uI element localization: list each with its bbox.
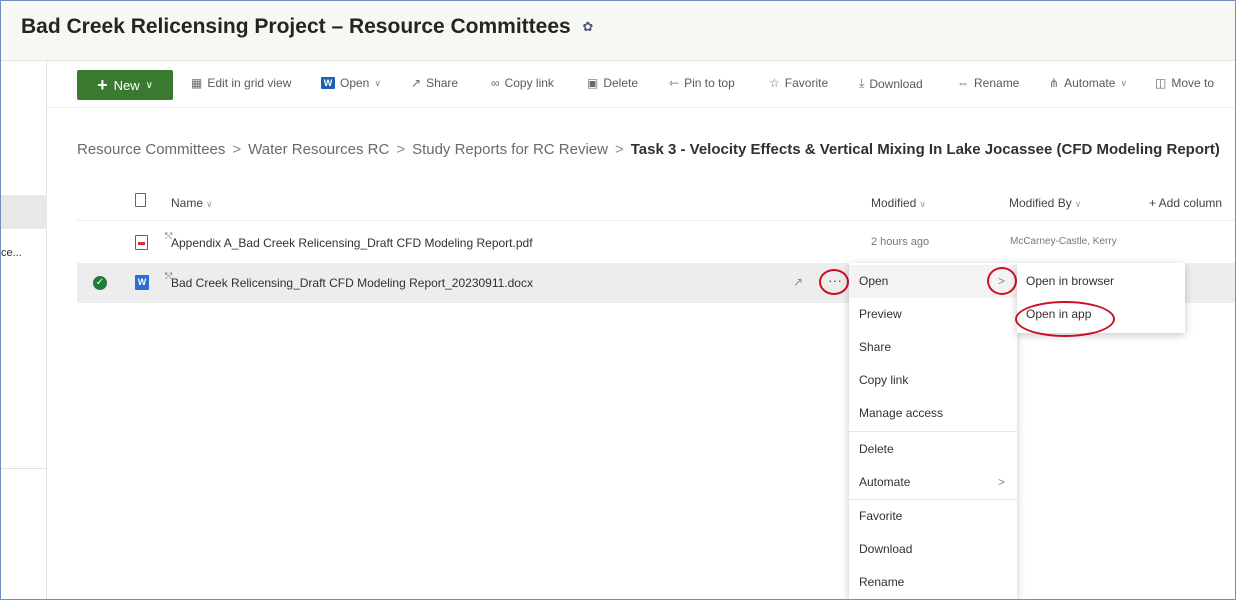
menu-item-download[interactable]: Download [849,533,1017,566]
left-navigation: ce... [1,61,47,599]
rename-button[interactable]: ⇔ Rename [957,76,1019,90]
menu-item-favorite[interactable]: Favorite [849,500,1017,533]
menu-item-open-in-app[interactable]: Open in app [1017,298,1185,331]
menu-item-share[interactable]: Share [849,331,1017,364]
menu-divider [849,431,1017,432]
chevron-right-icon: > [997,274,1005,288]
copy-link-label: Copy link [504,76,554,90]
column-name-label: Name [171,196,204,210]
nav-selected-item[interactable] [1,195,47,229]
menu-item-manage-access[interactable]: Manage access [849,397,1017,430]
rename-icon: ⇔ [957,76,969,90]
word-icon: W [321,77,335,89]
menu-item-rename[interactable]: Rename [849,566,1017,599]
rename-label: Rename [974,76,1020,90]
column-modified-header[interactable]: Modified ∨ [871,196,926,210]
grid-icon: ▦ [191,76,203,90]
chevron-down-icon: ∨ [374,77,381,88]
edit-grid-button[interactable]: ▦ Edit in grid view [191,76,291,90]
link-icon: ∞ [491,76,500,90]
column-modified-by-header[interactable]: Modified By ∨ [1009,196,1081,210]
new-button[interactable]: + New ∨ [77,70,173,100]
app-window: Bad Creek Relicensing Project – Resource… [0,0,1236,600]
download-button[interactable]: ⤓ Download [859,76,923,91]
favorite-label: Favorite [784,76,829,90]
teams-icon[interactable]: ✿ [583,19,594,35]
automate-button[interactable]: ⋔ Automate ∨ [1049,76,1127,90]
add-column-button[interactable]: + Add column [1149,196,1222,210]
pin-label: Pin to top [684,76,735,90]
nav-divider [1,468,47,469]
open-submenu: Open in browser Open in app [1017,263,1185,333]
chevron-down-icon: ∨ [919,199,926,209]
menu-item-open-label: Open [859,274,889,288]
file-modified: 2 hours ago [871,236,930,248]
breadcrumb-item-study-reports[interactable]: Study Reports for RC Review [412,141,608,158]
automate-icon: ⋔ [1049,76,1060,90]
breadcrumb: Resource Committees > Water Resources RC > S… [77,141,1220,158]
chevron-right-icon: > [396,141,406,158]
new-button-label: New [113,77,140,93]
share-button[interactable]: ↗ Share [411,76,458,90]
column-modified-label: Modified [871,196,917,210]
plus-icon: + [97,75,108,95]
site-header: Bad Creek Relicensing Project – Resource… [1,1,1235,61]
menu-item-preview[interactable]: Preview [849,298,1017,331]
site-title: Bad Creek Relicensing Project – Resource… [21,15,593,39]
menu-item-open-in-browser[interactable]: Open in browser [1017,265,1185,298]
command-bar: + New ∨ ▦ Edit in grid view W Open ∨ ↗ S… [47,62,1235,108]
chevron-down-icon: ∨ [206,199,213,209]
menu-item-automate[interactable]: Automate > [849,466,1017,499]
column-name-header[interactable]: Name ∨ [171,196,213,210]
copy-link-button[interactable]: ∞ Copy link [491,76,554,90]
chevron-down-icon: ∨ [145,79,153,91]
chevron-down-icon: ∨ [1074,199,1082,209]
star-icon: ☆ [769,76,780,90]
file-name[interactable]: Appendix A_Bad Creek Relicensing_Draft C… [171,236,533,250]
table-row[interactable]: ⤲ Appendix A_Bad Creek Relicensing_Draft… [77,223,1235,263]
automate-label: Automate [1064,76,1116,90]
file-name[interactable]: Bad Creek Relicensing_Draft CFD Modeling… [171,276,533,290]
move-to-button[interactable]: ◫ Move to [1155,76,1214,90]
move-icon: ◫ [1155,76,1167,90]
move-label: Move to [1171,76,1215,90]
list-header: Name ∨ Modified ∨ Modified By ∨ + Add colum… [77,187,1235,221]
delete-label: Delete [603,76,639,90]
breadcrumb-item-water-resources[interactable]: Water Resources RC [248,141,389,158]
file-modified-by[interactable]: McCarney-Castle, Kerry [1010,236,1117,247]
breadcrumb-current: Task 3 - Velocity Effects & Vertical Mix… [630,141,1220,158]
menu-item-copy-link[interactable]: Copy link [849,364,1017,397]
open-button[interactable]: W Open ∨ [321,76,381,90]
breadcrumb-item-resource-committees[interactable]: Resource Committees [77,141,225,158]
share-icon[interactable]: ↗ [793,275,803,289]
chevron-down-icon: ∨ [1120,77,1128,88]
download-label: Download [869,76,923,91]
chevron-right-icon: > [614,141,624,158]
chevron-right-icon: > [232,141,242,158]
trash-icon: ▣ [587,76,599,90]
column-modified-by-label: Modified By [1009,196,1072,210]
check-icon[interactable]: ✓ [93,276,107,290]
context-menu: Open > Preview Share Copy link Manage ac… [849,263,1017,599]
more-actions-button[interactable]: ··· [821,269,849,295]
pin-icon: ⇽ [669,76,680,90]
menu-item-open[interactable]: Open > [849,265,1017,298]
chevron-right-icon: > [997,475,1005,489]
share-label: Share [426,76,459,90]
edit-grid-label: Edit in grid view [207,76,292,90]
menu-item-automate-label: Automate [859,475,911,489]
favorite-button[interactable]: ☆ Favorite [769,76,828,90]
pdf-icon [135,235,148,250]
word-doc-icon: W [135,275,149,290]
open-label: Open [340,76,370,90]
download-icon: ⤓ [859,76,865,90]
menu-item-delete[interactable]: Delete [849,433,1017,466]
share-icon: ↗ [411,76,422,90]
nav-item-truncated[interactable]: ce... [1,247,22,259]
site-title-text: Bad Creek Relicensing Project – Resource… [21,15,571,38]
delete-button[interactable]: ▣ Delete [587,76,638,90]
file-type-icon[interactable] [135,193,146,207]
pin-to-top-button[interactable]: ⇽ Pin to top [669,76,735,90]
